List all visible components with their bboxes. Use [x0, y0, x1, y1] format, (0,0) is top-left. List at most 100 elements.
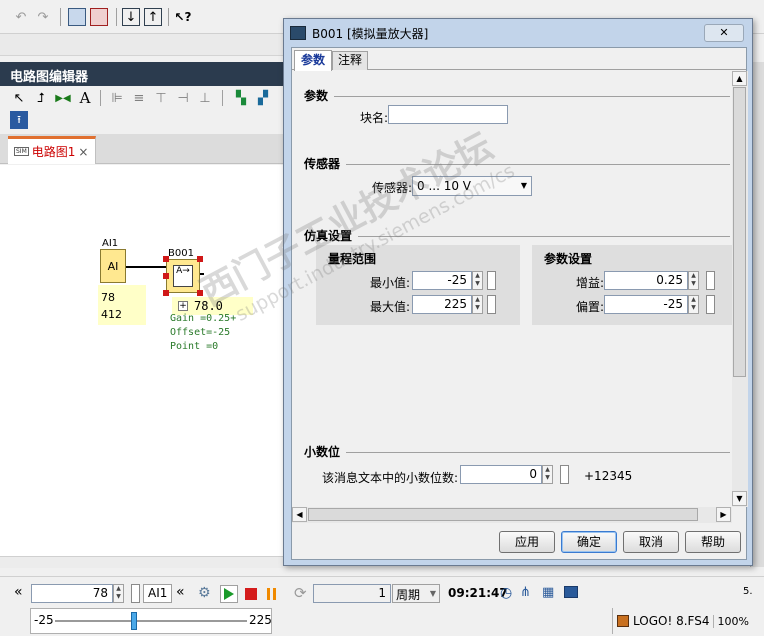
min-scroll-slot[interactable] — [487, 271, 496, 290]
slider-track[interactable] — [55, 620, 247, 622]
scroll-up-icon[interactable]: ▲ — [732, 71, 747, 86]
tab-circuit1[interactable]: SIM 电路图1 × — [8, 136, 96, 164]
logo-app-icon — [290, 26, 306, 40]
sim-value-slot[interactable] — [131, 584, 140, 603]
scroll-thumb[interactable] — [733, 87, 746, 377]
pause-icon[interactable] — [267, 588, 270, 600]
ok-button[interactable]: 确定 — [561, 531, 617, 553]
max-scroll-slot[interactable] — [487, 295, 496, 314]
cancel-button[interactable]: 取消 — [623, 531, 679, 553]
block-tool-icon[interactable]: ▶◀ — [54, 89, 72, 107]
dialog-vscroll[interactable]: ▲ ▼ — [732, 71, 748, 507]
decimal-label: 该消息文本中的小数位数: — [322, 471, 459, 485]
handle-ml[interactable] — [163, 273, 169, 279]
amp-inner: A→ — [173, 265, 193, 287]
refresh-icon[interactable]: ⟳ — [294, 584, 307, 602]
align-left-icon[interactable]: ⊫ — [108, 89, 126, 107]
decimal-spinner[interactable]: ▲ ▼ — [542, 465, 553, 484]
network-icon[interactable] — [90, 8, 108, 26]
table-icon[interactable]: ▦ — [542, 585, 554, 600]
amp-wire — [200, 273, 204, 275]
align-top-icon[interactable]: ⊤ — [152, 89, 170, 107]
panel-icon[interactable] — [564, 586, 578, 598]
max-spinner[interactable]: ▲ ▼ — [472, 295, 483, 314]
sim-value-input[interactable]: 78 — [31, 584, 113, 603]
tree-icon[interactable]: ⋔ — [520, 585, 531, 600]
section-sensor-heading: 传感器 — [304, 157, 341, 171]
collapse-left-icon[interactable]: « — [14, 584, 23, 600]
collapse-left-icon-2[interactable]: « — [176, 584, 185, 600]
hscroll-thumb[interactable] — [308, 508, 698, 521]
section-decimal-heading: 小数位 — [304, 445, 341, 459]
scroll-right-icon[interactable]: ▶ — [716, 507, 731, 522]
help-button[interactable]: 帮助 — [685, 531, 741, 553]
sim-time: 09:21:47 — [448, 586, 508, 600]
dialog-titlebar[interactable]: B001 [模拟量放大器] ✕ — [284, 19, 752, 47]
upload-icon[interactable]: ↑ — [144, 8, 162, 26]
cycle-select[interactable]: 周期 ▼ — [392, 584, 440, 603]
decimal-scroll-slot[interactable] — [560, 465, 569, 484]
download-icon[interactable]: ↓ — [122, 8, 140, 26]
block-name-input[interactable] — [388, 105, 508, 124]
stop-icon[interactable] — [245, 588, 257, 600]
cycle-input[interactable]: 1 — [313, 584, 391, 603]
sensor-select[interactable]: 0 ... 10 V ▼ — [412, 176, 532, 196]
redo-icon[interactable]: ↷ — [34, 8, 52, 26]
dialog-hscroll[interactable]: ◀ ▶ — [292, 507, 732, 523]
tab-params[interactable]: 参数 — [294, 50, 332, 71]
circuit-canvas[interactable]: AI1 AI 78 412 B001 A→ + 78.0 Gain =0.25+… — [0, 165, 290, 565]
product-name: LOGO! 8.FS4 — [633, 614, 710, 628]
canvas-hscroll[interactable] — [0, 556, 290, 568]
select-tool-icon[interactable]: ↖ — [10, 89, 28, 107]
handle-bl[interactable] — [163, 290, 169, 296]
range-group-title: 量程范围 — [328, 252, 377, 266]
align-middle-icon[interactable]: ⊣ — [174, 89, 192, 107]
block-name-label: 块名: — [360, 111, 389, 125]
join-icon[interactable]: ▞ — [254, 89, 272, 107]
align-bottom-icon[interactable]: ⊥ — [196, 89, 214, 107]
slider-max-label: 225 — [249, 613, 272, 627]
sim-channel-label: AI1 — [143, 584, 173, 603]
decimal-value-input[interactable]: 0 — [460, 465, 542, 484]
max-value-input[interactable]: 225 — [412, 295, 472, 314]
sim-value-spinner[interactable]: ▲ ▼ — [113, 584, 124, 603]
gain-scroll-slot[interactable] — [706, 271, 715, 290]
status-bar: LOGO! 8.FS4 100% — [612, 608, 764, 634]
amp-offset: Offset=-25 — [170, 327, 231, 338]
undo-icon[interactable]: ↶ — [12, 8, 30, 26]
slider-thumb[interactable] — [130, 612, 137, 630]
tab-comment[interactable]: 注释 — [332, 51, 368, 70]
min-spinner[interactable]: ▲ ▼ — [472, 271, 483, 290]
ai-block-label: AI1 — [102, 238, 119, 249]
move-up-icon[interactable]: ⭱ — [10, 111, 28, 129]
handle-tl[interactable] — [163, 256, 169, 262]
clock-icon[interactable]: ◷ — [500, 585, 512, 601]
ai-block[interactable]: AI — [100, 249, 126, 283]
params-panel: 参数 块名: 传感器 传感器: 0 ... 10 V ▼ 仿真设置 量程范围 最… — [292, 71, 732, 507]
offset-value-input[interactable]: -25 — [604, 295, 688, 314]
help-pointer-icon[interactable]: ↖? — [174, 8, 192, 26]
offset-scroll-slot[interactable] — [706, 295, 715, 314]
network-sim-icon[interactable]: ⚙ — [198, 585, 211, 601]
gain-spinner[interactable]: ▲ ▼ — [688, 271, 699, 290]
expand-plus-icon[interactable]: + — [178, 301, 188, 311]
handle-tr[interactable] — [197, 256, 203, 262]
param-group: 参数设置 增益: 0.25 ▲ ▼ 偏置: -25 ▲ ▼ — [532, 245, 732, 325]
gain-value-input[interactable]: 0.25 — [604, 271, 688, 290]
grid-icon[interactable] — [68, 8, 86, 26]
offset-spinner[interactable]: ▲ ▼ — [688, 295, 699, 314]
split-icon[interactable]: ▚ — [232, 89, 250, 107]
text-tool-icon[interactable]: A — [76, 89, 94, 107]
handle-br[interactable] — [197, 290, 203, 296]
dialog-body: 参数 注释 参数 块名: 传感器 传感器: 0 ... 10 V ▼ 仿真设置 … — [291, 47, 748, 560]
dialog-title: B001 [模拟量放大器] — [312, 27, 429, 41]
min-value-input[interactable]: -25 — [412, 271, 472, 290]
apply-button[interactable]: 应用 — [499, 531, 555, 553]
sensor-label: 传感器: — [372, 181, 413, 195]
scroll-left-icon[interactable]: ◀ — [292, 507, 307, 522]
scroll-down-icon[interactable]: ▼ — [732, 491, 747, 506]
dialog-close-button[interactable]: ✕ — [704, 24, 744, 42]
connect-tool-icon[interactable]: ⮥ — [32, 89, 50, 107]
tab-close-icon[interactable]: × — [78, 145, 88, 159]
align-center-icon[interactable]: ≡ — [130, 89, 148, 107]
